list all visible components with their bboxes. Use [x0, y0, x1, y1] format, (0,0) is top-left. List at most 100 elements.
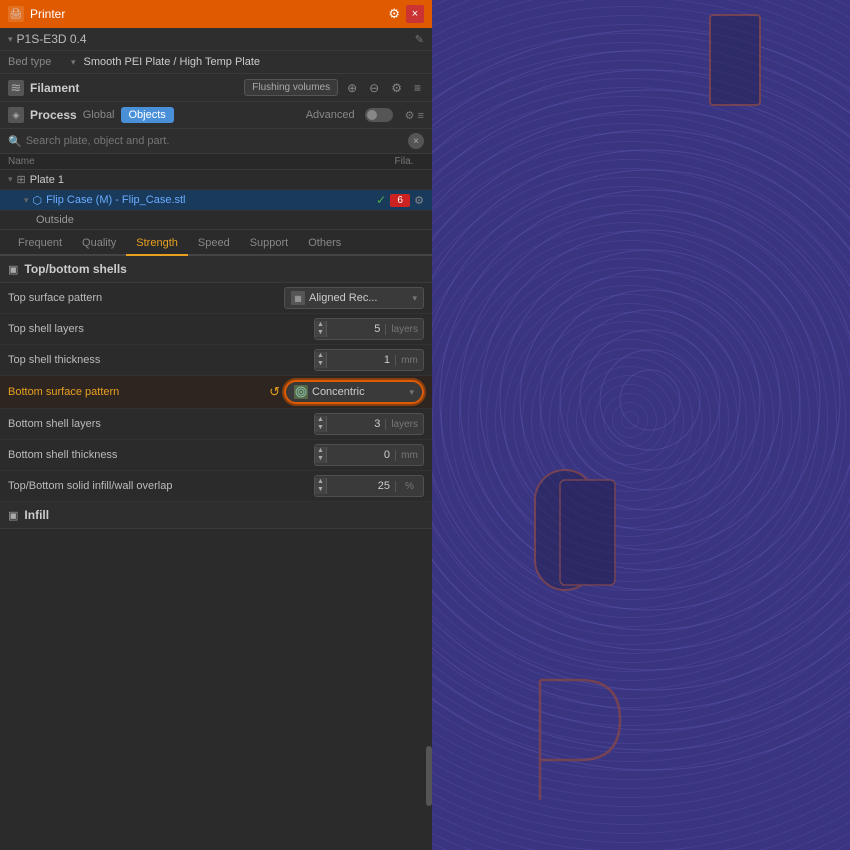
arrow-up[interactable]: ▲: [317, 321, 324, 329]
process-icon-btns[interactable]: ⚙ ≡: [405, 109, 424, 122]
settings-icon[interactable]: ⚙: [388, 6, 400, 22]
group-header-shells: ▣ Top/bottom shells: [0, 256, 432, 283]
setting-bottom-surface-pattern[interactable]: Bottom surface pattern ↺ Concentric ▾: [0, 376, 432, 409]
settings-scroll-area[interactable]: ▣ Top/bottom shells Top surface pattern …: [0, 256, 432, 850]
topbottom-infill-unit: %: [395, 481, 423, 492]
top-shell-thickness-unit: mm: [395, 355, 423, 366]
bed-dropdown-arrow[interactable]: ▾: [71, 57, 76, 68]
setting-top-surface-pattern[interactable]: Top surface pattern ▦ Aligned Rec... ▾: [0, 283, 432, 314]
topbottom-infill-value: 25: [327, 480, 395, 492]
filament-icon-btn-4[interactable]: ≡: [411, 81, 424, 95]
filament-label: Filament: [30, 81, 238, 95]
printer-icon: 🖨: [8, 6, 24, 22]
bottom-surface-pattern-label: Bottom surface pattern: [8, 386, 269, 398]
bed-type-label: Bed type: [8, 56, 63, 68]
concentric-icon: [294, 385, 308, 399]
bottom-shell-layers-arrows[interactable]: ▲ ▼: [315, 416, 327, 431]
tab-others[interactable]: Others: [298, 230, 351, 256]
tab-strength[interactable]: Strength: [126, 230, 188, 256]
arrow-up[interactable]: ▲: [317, 352, 324, 360]
flushing-volumes-button[interactable]: Flushing volumes: [244, 79, 338, 96]
topbottom-infill-label: Top/Bottom solid infill/wall overlap: [8, 480, 314, 492]
filament-icon-btn-1[interactable]: ⊕: [344, 81, 360, 95]
tree-col-name: Name: [8, 156, 384, 167]
filament-icon-btn-3[interactable]: ⚙: [388, 81, 405, 95]
tab-speed[interactable]: Speed: [188, 230, 240, 256]
process-row: ◈ Process Global Objects Advanced ⚙ ≡: [0, 102, 432, 129]
arrow-down[interactable]: ▼: [317, 486, 324, 494]
top-shell-thickness-box[interactable]: ▲ ▼ 1 mm: [314, 349, 424, 371]
outside-name: Outside: [36, 214, 74, 226]
concentric-pattern-box[interactable]: Concentric ▾: [284, 380, 424, 404]
top-shell-thickness-value: 1: [327, 354, 395, 366]
tab-quality[interactable]: Quality: [72, 230, 126, 256]
scrollbar-indicator[interactable]: [426, 746, 432, 806]
close-button[interactable]: ×: [406, 5, 424, 23]
scroll-spacer: [0, 529, 432, 569]
bottom-shell-thickness-arrows[interactable]: ▲ ▼: [315, 447, 327, 462]
filament-row: ≋ Filament Flushing volumes ⊕ ⊖ ⚙ ≡: [0, 74, 432, 102]
arrow-up[interactable]: ▲: [317, 416, 324, 424]
setting-bottom-shell-thickness[interactable]: Bottom shell thickness ▲ ▼ 0 mm: [0, 440, 432, 471]
tree-col-fila: Fila.: [384, 156, 424, 167]
arrow-down[interactable]: ▼: [317, 455, 324, 463]
title-bar-left: 🖨 Printer: [8, 6, 65, 22]
plate-row[interactable]: ▾ ⊞ Plate 1: [0, 170, 432, 190]
process-icon: ◈: [8, 107, 24, 123]
printer-row: ▾ P1S-E3D 0.4 ✎: [0, 28, 432, 51]
setting-top-shell-thickness[interactable]: Top shell thickness ▲ ▼ 1 mm: [0, 345, 432, 376]
group-header-infill: ▣ Infill: [0, 502, 432, 529]
advanced-toggle[interactable]: [365, 108, 393, 122]
pattern-dropdown-arrow: ▾: [412, 293, 417, 304]
process-label: Process: [30, 108, 77, 122]
object-tree: Name Fila. ▾ ⊞ Plate 1 ▾ ⬡ Flip Case (M)…: [0, 154, 432, 230]
topbottom-infill-box[interactable]: ▲ ▼ 25 %: [314, 475, 424, 497]
tabs-row: Frequent Quality Strength Speed Support …: [0, 230, 432, 256]
infill-group-title: Infill: [24, 508, 49, 522]
top-surface-pattern-label: Top surface pattern: [8, 292, 284, 304]
bottom-shell-layers-box[interactable]: ▲ ▼ 3 layers: [314, 413, 424, 435]
search-input[interactable]: [26, 135, 404, 147]
plate-icon: ⊞: [17, 173, 26, 186]
plate-expand-arrow: ▾: [8, 174, 13, 185]
search-clear-button[interactable]: ×: [408, 133, 424, 149]
search-row: 🔍 ×: [0, 129, 432, 154]
top-surface-pattern-value[interactable]: ▦ Aligned Rec... ▾: [284, 287, 424, 309]
object-settings-icon[interactable]: ⚙: [414, 194, 424, 207]
arrow-down[interactable]: ▼: [317, 360, 324, 368]
bottom-shell-layers-label: Bottom shell layers: [8, 418, 314, 430]
setting-top-shell-layers[interactable]: Top shell layers ▲ ▼ 5 layers: [0, 314, 432, 345]
bottom-shell-thickness-value: 0: [327, 449, 395, 461]
top-shell-layers-unit: layers: [385, 324, 423, 335]
setting-bottom-shell-layers[interactable]: Bottom shell layers ▲ ▼ 3 layers: [0, 409, 432, 440]
top-shell-thickness-arrows[interactable]: ▲ ▼: [315, 352, 327, 367]
outside-row[interactable]: Outside: [0, 211, 432, 229]
topbottom-infill-arrows[interactable]: ▲ ▼: [315, 478, 327, 493]
arrow-down[interactable]: ▼: [317, 424, 324, 432]
filament-icon-btn-2[interactable]: ⊖: [366, 81, 382, 95]
title-text: Printer: [30, 7, 65, 21]
tab-support[interactable]: Support: [240, 230, 299, 256]
setting-topbottom-infill[interactable]: Top/Bottom solid infill/wall overlap ▲ ▼…: [0, 471, 432, 502]
bottom-shell-thickness-box[interactable]: ▲ ▼ 0 mm: [314, 444, 424, 466]
top-shell-layers-box[interactable]: ▲ ▼ 5 layers: [314, 318, 424, 340]
printer-name: P1S-E3D 0.4: [17, 32, 415, 46]
refresh-icon[interactable]: ↺: [269, 384, 280, 400]
global-button[interactable]: Global: [83, 109, 115, 121]
top-shell-layers-arrows[interactable]: ▲ ▼: [315, 321, 327, 336]
advanced-label: Advanced: [306, 109, 355, 121]
objects-button[interactable]: Objects: [121, 107, 174, 123]
object-expand-arrow: ▾: [24, 195, 29, 206]
bed-type-row: Bed type ▾ Smooth PEI Plate / High Temp …: [0, 51, 432, 74]
arrow-up[interactable]: ▲: [317, 447, 324, 455]
title-bar: 🖨 Printer ⚙ ×: [0, 0, 432, 28]
edit-printer-icon[interactable]: ✎: [415, 33, 424, 46]
top-surface-pattern-text: Aligned Rec...: [309, 292, 408, 304]
bottom-shell-layers-value: 3: [327, 418, 385, 430]
tab-frequent[interactable]: Frequent: [8, 230, 72, 256]
arrow-down[interactable]: ▼: [317, 329, 324, 337]
arrow-up[interactable]: ▲: [317, 478, 324, 486]
object-row[interactable]: ▾ ⬡ Flip Case (M) - Flip_Case.stl ✓ 6 ⚙: [0, 190, 432, 211]
infill-group-icon: ▣: [8, 509, 18, 522]
object-icon: ⬡: [33, 194, 43, 207]
